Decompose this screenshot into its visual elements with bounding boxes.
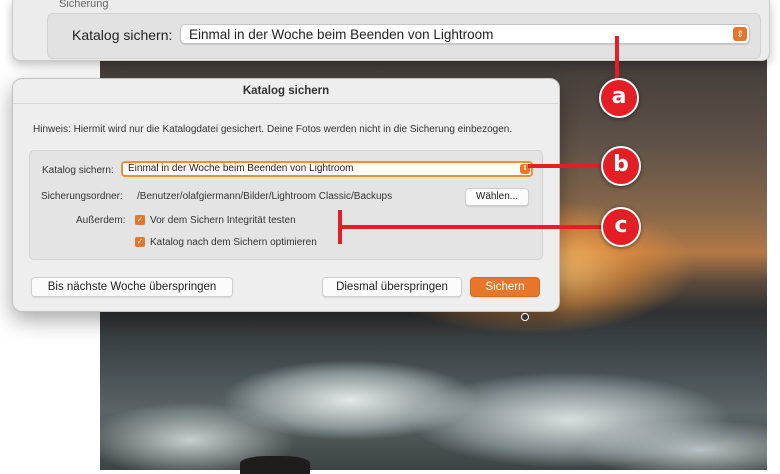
dialog-title: Katalog sichern	[242, 85, 330, 97]
rock	[240, 456, 310, 474]
cursor-icon	[521, 313, 529, 321]
prefs-backup-select-value: Einmal in der Woche beim Beenden von Lig…	[189, 27, 494, 42]
wave-foam	[100, 330, 767, 470]
hint-text: Hinweis: Hiermit wird nur die Katalogdat…	[33, 124, 513, 135]
callout-a-badge: a	[599, 78, 639, 118]
prefs-backup-select[interactable]: Einmal in der Woche beim Beenden von Lig…	[180, 24, 750, 44]
prefs-backup-label: Katalog sichern:	[72, 27, 173, 43]
skip-week-button[interactable]: Bis nächste Woche überspringen	[31, 277, 233, 297]
backup-frequency-value: Einmal in der Woche beim Beenden von Lig…	[128, 163, 354, 174]
backup-folder-label: Sicherungsordner:	[41, 191, 123, 202]
section-label: Sicherung	[59, 0, 109, 10]
optimize-checkbox[interactable]: ✓	[135, 237, 145, 247]
choose-folder-button[interactable]: Wählen...	[465, 188, 529, 206]
callout-b-badge: b	[601, 146, 641, 186]
callout-b-line	[528, 164, 604, 168]
callout-a-line	[615, 36, 619, 80]
callout-c-badge: c	[601, 207, 641, 247]
backup-frequency-label: Katalog sichern:	[42, 165, 114, 176]
skip-once-button[interactable]: Diesmal überspringen	[322, 277, 462, 297]
backup-frequency-select[interactable]: Einmal in der Woche beim Beenden von Lig…	[121, 161, 533, 177]
backup-button[interactable]: Sichern	[470, 277, 540, 297]
backup-dialog: Katalog sichern Hinweis: Hiermit wird nu…	[12, 78, 560, 312]
title-divider	[13, 103, 559, 104]
chevron-updown-icon: ⇕	[733, 27, 747, 41]
integrity-checkbox[interactable]: ✓	[135, 215, 145, 225]
backup-folder-path: /Benutzer/olafgiermann/Bilder/Lightroom …	[137, 191, 393, 202]
callout-c-line	[340, 225, 604, 229]
also-label: Außerdem:	[76, 215, 126, 226]
optimize-checkbox-label: Katalog nach dem Sichern optimieren	[150, 237, 317, 248]
integrity-checkbox-label: Vor dem Sichern Integrität testen	[150, 215, 296, 226]
